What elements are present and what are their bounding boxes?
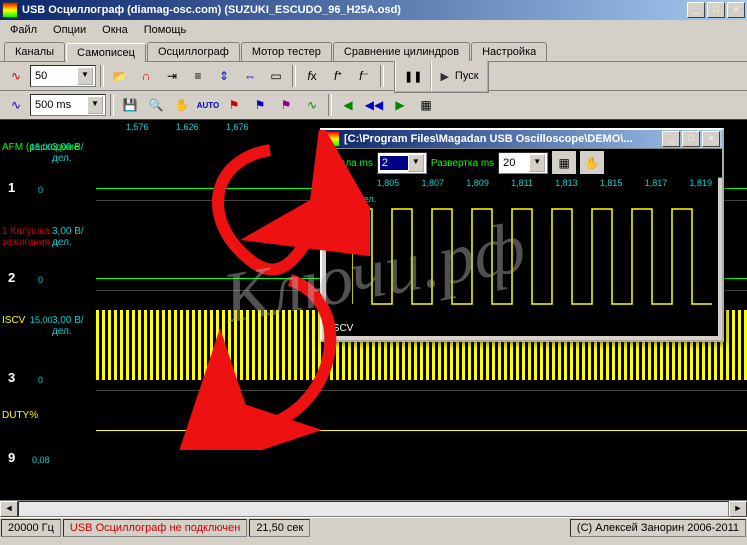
expand-horiz-icon[interactable]: ⇔ — [238, 64, 262, 88]
status-time: 21,50 сек — [249, 519, 310, 537]
child-minimize-button[interactable]: _ — [662, 131, 680, 147]
tab-cyl-compare[interactable]: Сравнение цилиндров — [333, 42, 470, 61]
tab-recorder[interactable]: Самописец — [66, 43, 146, 62]
child-title: [C:\Program Files\Magadan USB Oscillosco… — [344, 133, 662, 145]
menu-windows[interactable]: Окна — [96, 22, 134, 38]
tab-channels[interactable]: Каналы — [4, 42, 65, 61]
ch1-num: 1 — [8, 180, 15, 195]
ch3-vdiv: 3,00 В/дел. — [52, 315, 96, 337]
ch9-label: DUTY% — [2, 410, 38, 421]
tab-motor-tester[interactable]: Мотор тестер — [241, 42, 332, 61]
ch2-num: 2 — [8, 270, 15, 285]
maximize-button[interactable]: □ — [707, 2, 725, 18]
status-conn: USB Осциллограф не подключен — [63, 519, 247, 537]
scale-label: Шкала ms — [326, 158, 373, 169]
child-app-icon — [324, 131, 340, 147]
status-freq: 20000 Гц — [1, 519, 61, 537]
save-icon[interactable]: 💾 — [118, 93, 142, 117]
sweep-combo[interactable]: ▼ — [498, 152, 548, 174]
next-icon[interactable]: ▶ — [388, 93, 412, 117]
grid-lines-icon[interactable]: ≡ — [186, 64, 210, 88]
tab-settings[interactable]: Настройка — [471, 42, 547, 61]
marker-icon[interactable]: ⚑ — [274, 93, 298, 117]
chevron-down-icon[interactable]: ▼ — [87, 96, 103, 114]
chevron-down-icon[interactable]: ▼ — [529, 154, 545, 172]
wave-green-icon[interactable]: ∿ — [300, 93, 324, 117]
scrollbar-track[interactable] — [18, 501, 729, 517]
expand-vert-icon[interactable]: ⇕ — [212, 64, 236, 88]
chevron-down-icon[interactable]: ▼ — [408, 154, 424, 172]
table-icon[interactable]: ▦ — [414, 93, 438, 117]
scroll-left-button[interactable]: ◄ — [0, 501, 18, 517]
playback-group: ❚❚ ▶ Пуск — [394, 59, 489, 93]
menubar: Файл Опции Окна Помощь — [0, 20, 747, 39]
flag-blue-icon[interactable]: ⚑ — [248, 93, 272, 117]
zoom-icon[interactable]: 🔍 — [144, 93, 168, 117]
channel-gutter: 3,00 В/дел. AFM (расходоме 15,00 1 0 3,0… — [0, 120, 96, 500]
fx-icon[interactable]: fx — [300, 64, 324, 88]
tab-oscilloscope[interactable]: Осциллограф — [147, 42, 240, 61]
sweep-label: Развертка ms — [431, 158, 494, 169]
child-waveform — [352, 204, 712, 314]
child-grid-icon[interactable]: ▦ — [552, 151, 576, 175]
status-copyright: (C) Алексей Занорин 2006-2011 — [570, 519, 746, 537]
menu-help[interactable]: Помощь — [138, 22, 193, 38]
app-icon — [2, 2, 18, 18]
close-button[interactable]: × — [727, 2, 745, 18]
fit-icon[interactable]: ▭ — [264, 64, 288, 88]
flag-red-icon[interactable]: ⚑ — [222, 93, 246, 117]
prev-icon[interactable]: ◀ — [336, 93, 360, 117]
ch3-label: ISCV — [2, 315, 25, 326]
ch2-label: 1 Катушка зажигания — [2, 226, 96, 248]
play-button[interactable]: ▶ Пуск — [431, 60, 487, 92]
auto-icon[interactable]: AUTO — [196, 93, 220, 117]
tab-bar: Каналы Самописец Осциллограф Мотор тесте… — [0, 39, 747, 62]
menu-options[interactable]: Опции — [47, 22, 92, 38]
main-titlebar: USB Осциллограф (diamag-osc.com) (SUZUKI… — [0, 0, 747, 20]
child-maximize-button[interactable]: □ — [682, 131, 700, 147]
level2-value[interactable] — [33, 98, 87, 112]
play-label: Пуск — [455, 70, 479, 82]
child-hand-icon[interactable]: ✋ — [580, 151, 604, 175]
wave-red-icon[interactable]: ∿ — [4, 64, 28, 88]
child-close-button[interactable]: × — [702, 131, 720, 147]
ch3-num: 3 — [8, 370, 15, 385]
fx-minus-icon[interactable]: f⁻ — [352, 64, 376, 88]
menu-file[interactable]: Файл — [4, 22, 43, 38]
level1-value[interactable] — [33, 69, 77, 83]
pause-button[interactable]: ❚❚ — [395, 60, 431, 92]
fx-plus-icon[interactable]: fᐩ — [326, 64, 350, 88]
minimize-button[interactable]: _ — [687, 2, 705, 18]
child-plot[interactable]: 1,803 1,805 1,807 1,809 1,811 1,813 1,81… — [326, 174, 718, 336]
chevron-down-icon[interactable]: ▼ — [77, 67, 93, 85]
statusbar: 20000 Гц USB Осциллограф не подключен 21… — [0, 517, 747, 538]
cursors-icon[interactable]: ⇥ — [160, 64, 184, 88]
stop-icon[interactable]: ◀◀ — [362, 93, 386, 117]
window-title: USB Осциллограф (diamag-osc.com) (SUZUKI… — [22, 4, 687, 16]
level2-combo[interactable]: ▼ — [30, 94, 106, 116]
toolbar-row-2: ∿ ▼ 💾 🔍 ✋ AUTO ⚑ ⚑ ⚑ ∿ ◀ ◀◀ ▶ ▦ — [0, 91, 747, 120]
child-window[interactable]: [C:\Program Files\Magadan USB Oscillosco… — [320, 128, 724, 342]
scroll-right-button[interactable]: ► — [729, 501, 747, 517]
child-titlebar[interactable]: [C:\Program Files\Magadan USB Oscillosco… — [322, 130, 722, 148]
ch9-trace — [96, 430, 747, 431]
hand-icon[interactable]: ✋ — [170, 93, 194, 117]
scan-arc-icon[interactable]: ∩ — [134, 64, 158, 88]
scale-combo[interactable]: ▼ — [377, 152, 427, 174]
child-channel-label: ISCV — [330, 323, 353, 334]
wave-blue-icon[interactable]: ∿ — [4, 93, 28, 117]
toolbar-row-1: ∿ ▼ 📂 ∩ ⇥ ≡ ⇕ ⇔ ▭ fx fᐩ f⁻ ❚❚ ▶ Пуск — [0, 62, 747, 91]
ch9-num: 9 — [8, 450, 15, 465]
level1-combo[interactable]: ▼ — [30, 65, 96, 87]
open-file-icon[interactable]: 📂 — [108, 64, 132, 88]
